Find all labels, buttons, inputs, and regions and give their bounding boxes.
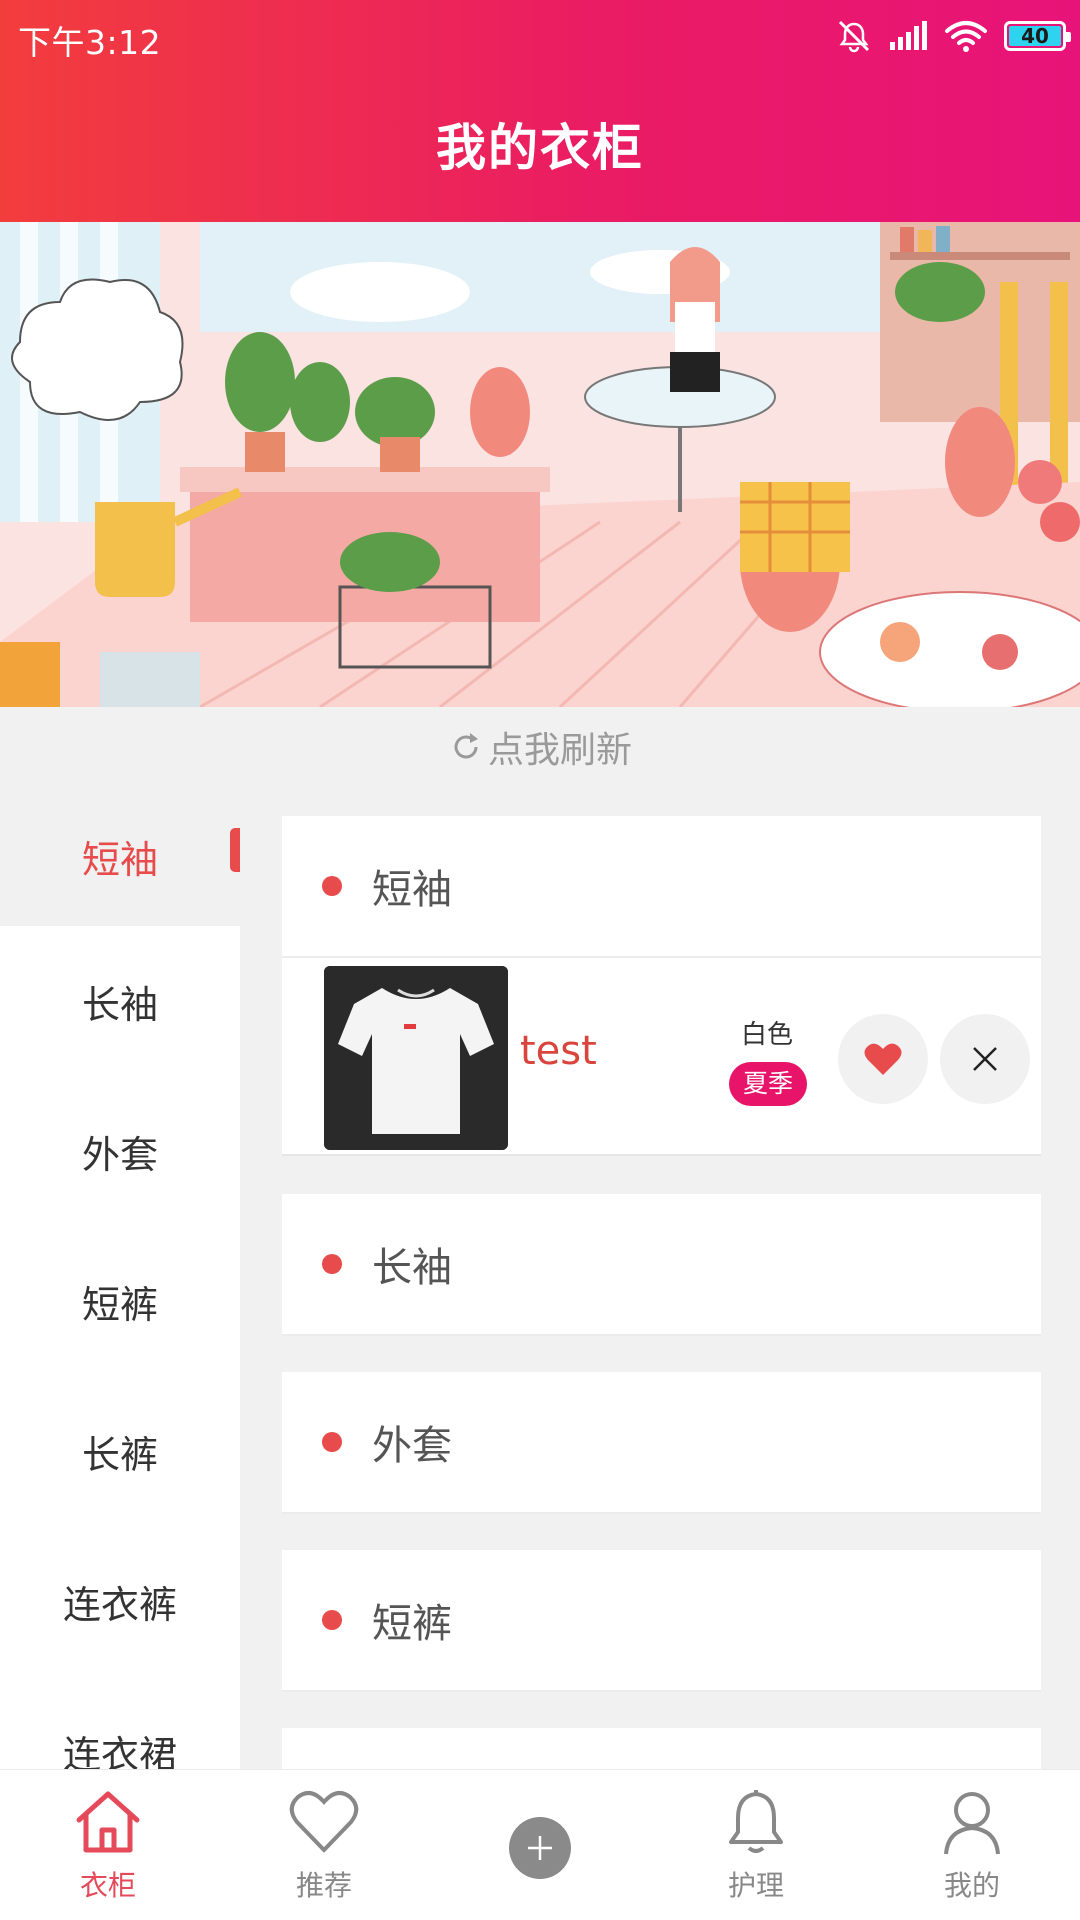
section-header[interactable]: 外套 — [282, 1372, 1041, 1514]
plus-icon — [528, 1836, 552, 1860]
section-title: 长袖 — [372, 1245, 452, 1291]
section-coat: 外套 — [282, 1372, 1041, 1514]
section-next — [282, 1728, 1041, 1769]
category-list: 短袖 长袖 外套 短裤 长裤 连衣裤 连衣裙 — [0, 786, 240, 1769]
nav-label: 护理 — [727, 1869, 784, 1902]
active-indicator — [230, 828, 240, 872]
bottom-nav: 衣柜 推荐 护理 我的 — [0, 1769, 1080, 1920]
signal-icon — [890, 21, 927, 50]
section-title: 短袖 — [372, 867, 452, 913]
status-icons: 40 — [836, 16, 1071, 56]
category-label: 连衣裙 — [62, 1732, 177, 1770]
status-time: 下午3:12 — [18, 23, 162, 62]
close-icon — [973, 1047, 997, 1071]
vibrate-off-icon — [838, 20, 870, 53]
refresh-icon — [454, 733, 478, 759]
header: 下午3:12 40 我的衣柜 — [0, 0, 1080, 222]
category-item-long-sleeve[interactable]: 长袖 — [0, 926, 240, 1076]
refresh-label: 点我刷新 — [487, 730, 632, 771]
section-shorts: 短裤 — [282, 1550, 1041, 1692]
nav-mine[interactable]: 我的 — [902, 1788, 1042, 1904]
favorite-button[interactable] — [838, 1014, 928, 1104]
nav-label: 我的 — [943, 1869, 1000, 1902]
section-header[interactable]: 短袖 — [282, 816, 1041, 958]
nav-label: 衣柜 — [79, 1869, 136, 1902]
section-long-sleeve: 长袖 — [282, 1194, 1041, 1336]
heart-icon — [864, 1043, 902, 1075]
season-badge: 夏季 — [729, 1062, 808, 1106]
user-icon — [944, 1792, 1000, 1855]
clothing-sections: 短袖 test 白色 夏季 长袖 外套 短裤 — [282, 816, 1041, 1769]
section-short-sleeve: 短袖 test 白色 夏季 — [282, 816, 1041, 1156]
item-color: 白色 — [741, 1020, 794, 1050]
category-label: 短袖 — [81, 837, 158, 882]
category-item-short-sleeve[interactable]: 短袖 — [0, 786, 240, 926]
refresh-button[interactable]: 点我刷新 — [0, 707, 1080, 787]
add-button[interactable] — [509, 1817, 571, 1879]
wifi-icon — [945, 21, 987, 52]
bell-icon — [729, 1790, 783, 1853]
category-item-jumpsuit[interactable]: 连衣裤 — [0, 1526, 240, 1676]
bullet-dot — [322, 1432, 342, 1452]
heart-outline-icon — [289, 1791, 359, 1853]
section-header[interactable]: 长袖 — [282, 1194, 1041, 1336]
section-header[interactable]: 短裤 — [282, 1550, 1041, 1692]
category-label: 外套 — [81, 1132, 158, 1177]
category-item-dress[interactable]: 连衣裙 — [0, 1676, 240, 1770]
section-title: 外套 — [372, 1423, 452, 1469]
battery-icon: 40 — [1004, 21, 1071, 51]
nav-label: 推荐 — [295, 1869, 352, 1902]
category-label: 长袖 — [81, 982, 158, 1027]
category-item-trousers[interactable]: 长裤 — [0, 1376, 240, 1526]
category-label: 长裤 — [81, 1432, 158, 1477]
category-item-shorts[interactable]: 短裤 — [0, 1226, 240, 1376]
category-label: 短裤 — [81, 1282, 158, 1327]
delete-button[interactable] — [940, 1014, 1030, 1104]
battery-level: 40 — [1021, 24, 1049, 48]
page-title: 我的衣柜 — [436, 119, 644, 177]
clothing-thumbnail — [324, 966, 508, 1150]
nav-care[interactable]: 护理 — [686, 1788, 826, 1904]
home-icon — [76, 1791, 140, 1853]
category-item-coat[interactable]: 外套 — [0, 1076, 240, 1226]
bullet-dot — [322, 1254, 342, 1274]
category-label: 连衣裤 — [62, 1582, 177, 1627]
bullet-dot — [322, 876, 342, 896]
nav-recommend[interactable]: 推荐 — [254, 1788, 394, 1904]
bullet-dot — [322, 1610, 342, 1630]
clothing-item[interactable]: test 白色 夏季 — [282, 958, 1041, 1156]
nav-wardrobe[interactable]: 衣柜 — [38, 1788, 178, 1904]
banner-image — [0, 222, 1080, 707]
section-title: 短裤 — [372, 1601, 452, 1647]
item-name: test — [520, 1028, 597, 1074]
status-bar: 下午3:12 40 — [0, 0, 1080, 72]
